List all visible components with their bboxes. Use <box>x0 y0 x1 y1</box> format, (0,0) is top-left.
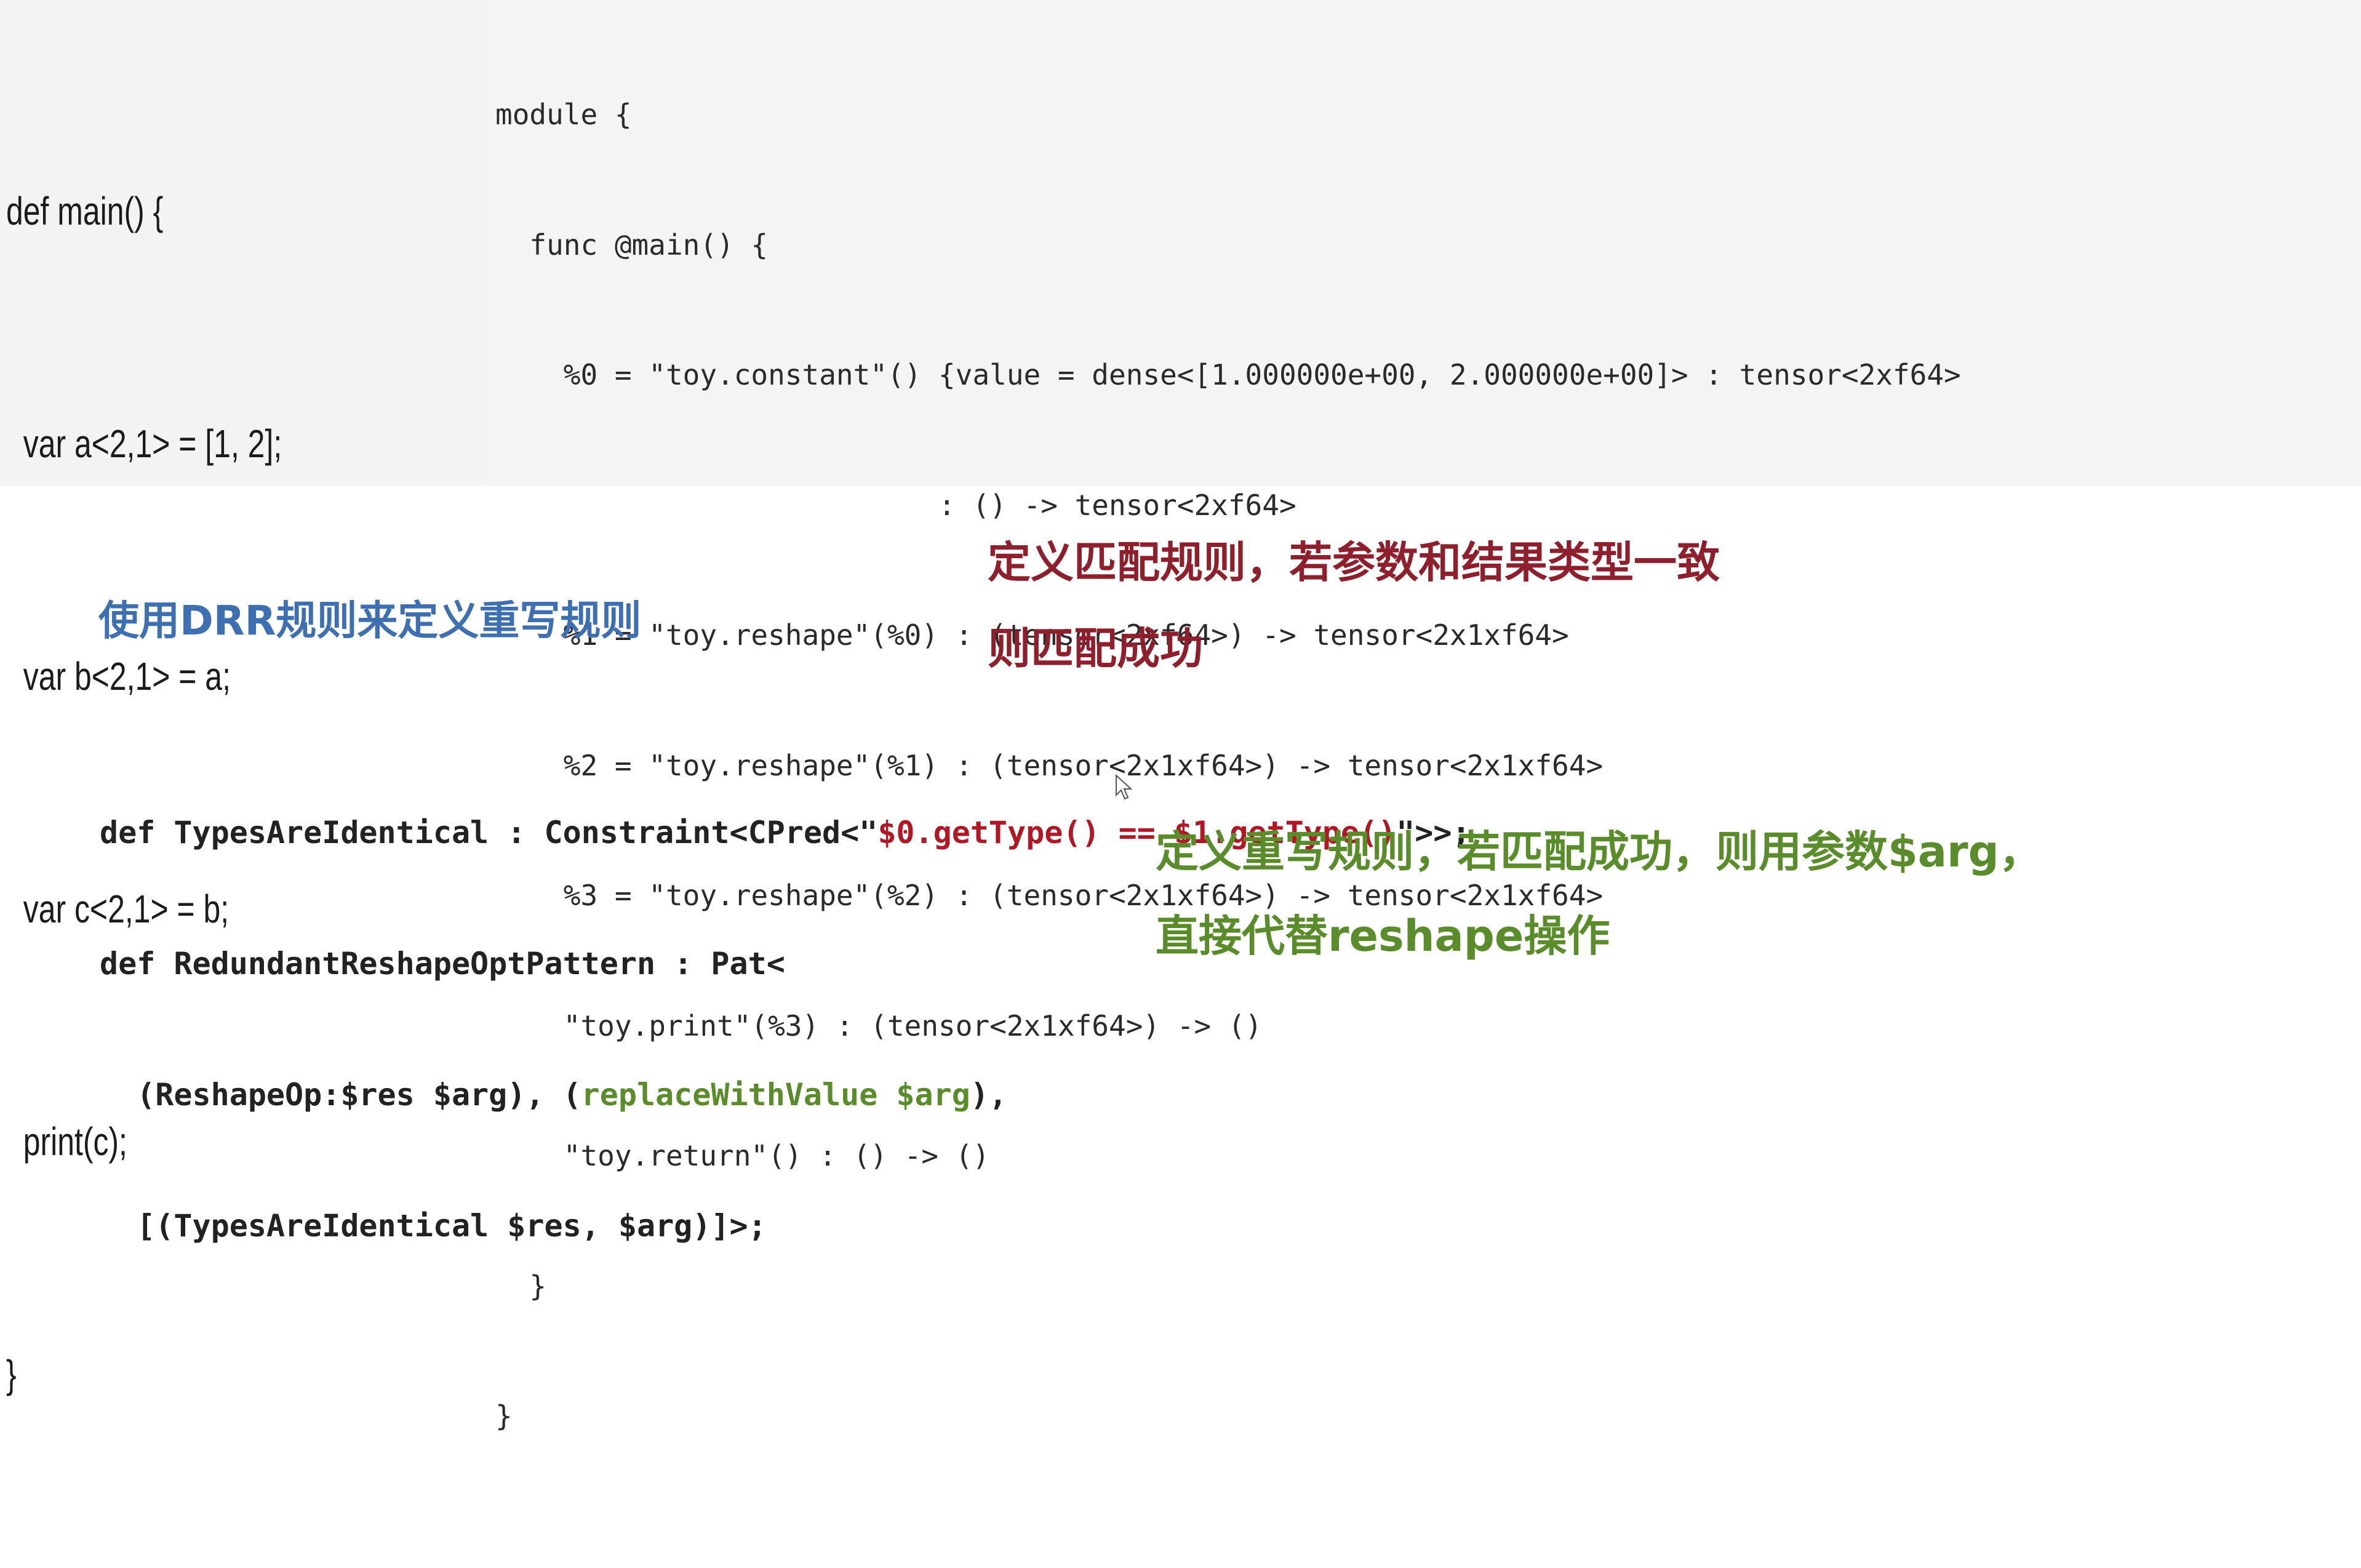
drr-line: [(TypesAreIdentical $res, $arg)]>; <box>100 1204 1471 1248</box>
rewrite-rule-note-line1: 定义重写规则，若匹配成功，则用参数$arg， <box>1156 826 2042 877</box>
code-line: var a<2,1> = [1, 2]; <box>6 422 282 466</box>
match-rule-note-line1: 定义匹配规则，若参数和结果类型一致 <box>988 537 1720 588</box>
code-line: %1 = "toy.reshape"(%0) : (tensor<2xf64>)… <box>495 618 1569 652</box>
drr-text: ), <box>970 1077 1008 1113</box>
drr-text: [(TypesAreIdentical $res, $arg)]>; <box>100 1208 767 1244</box>
replace-expression: replaceWithValue $arg <box>581 1077 970 1113</box>
code-line: } <box>6 1352 17 1396</box>
code-line: : () -> tensor<2xf64> <box>495 488 1296 522</box>
code-line: module { <box>495 98 632 131</box>
slide-heading: 使用DRR规则来定义重写规则 <box>98 597 642 644</box>
code-line: def main() { <box>6 189 164 233</box>
mouse-cursor-icon <box>1116 774 1133 800</box>
code-line: %0 = "toy.constant"() {value = dense<[1.… <box>495 358 1961 391</box>
rewrite-rule-note-line2: 直接代替reshape操作 <box>1156 911 1610 961</box>
code-line: var b<2,1> = a; <box>6 654 231 698</box>
drr-code-block: def TypesAreIdentical : Constraint<CPred… <box>100 724 1471 1292</box>
drr-line: (ReshapeOp:$res $arg), (replaceWithValue… <box>100 1073 1471 1117</box>
drr-text: (ReshapeOp:$res $arg), ( <box>100 1077 581 1113</box>
match-rule-note-line2: 则匹配成功 <box>988 623 1203 674</box>
code-line: func @main() { <box>495 228 769 262</box>
code-line: } <box>495 1399 513 1433</box>
toy-source-panel: def main() { var a<2,1> = [1, 2]; var b<… <box>0 0 486 1396</box>
drr-text: def TypesAreIdentical : Constraint<CPred… <box>100 815 878 850</box>
drr-text: def RedundantReshapeOptPattern : Pat< <box>100 946 785 982</box>
